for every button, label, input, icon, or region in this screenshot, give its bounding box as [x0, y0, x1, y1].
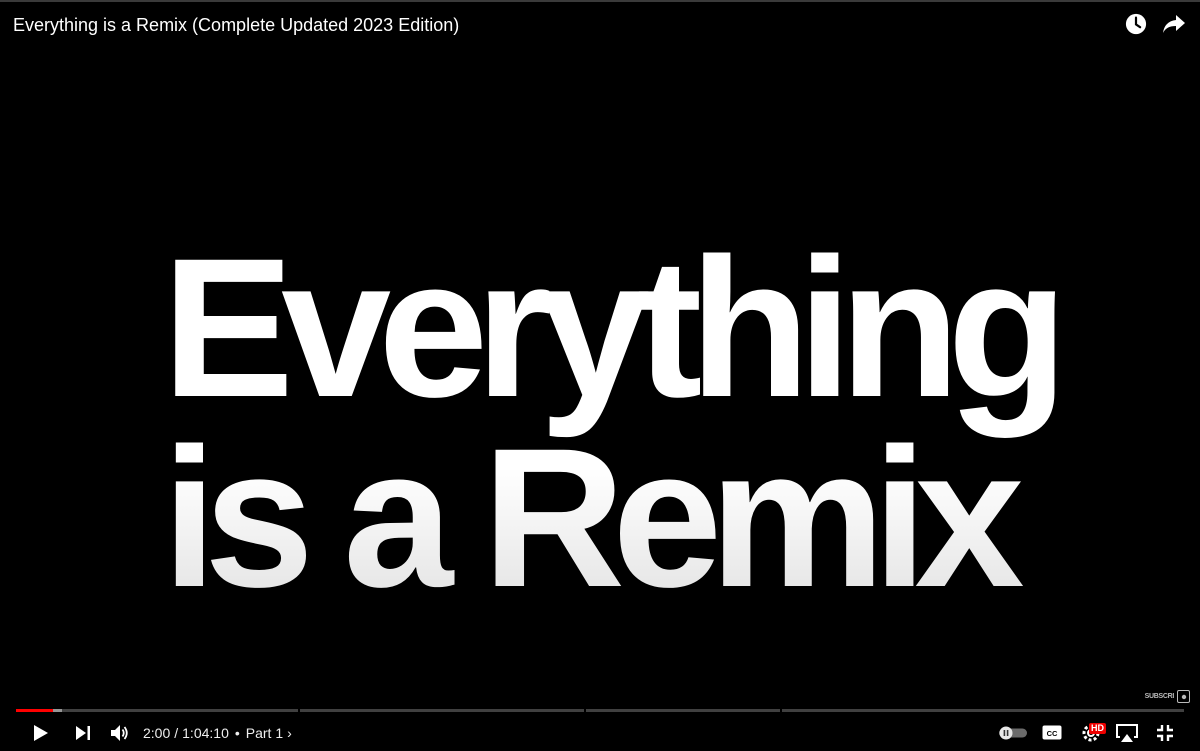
closed-captions-icon: CC	[1042, 725, 1062, 740]
next-button[interactable]	[72, 716, 94, 749]
watermark-label: SUBSCRI	[1144, 693, 1175, 700]
airplay-button[interactable]	[1114, 716, 1140, 749]
play-button[interactable]	[28, 716, 54, 749]
progress-bar[interactable]	[16, 709, 1184, 712]
chevron-right-icon: ›	[287, 724, 292, 741]
exit-fullscreen-icon	[1157, 724, 1173, 741]
video-title[interactable]: Everything is a Remix (Complete Updated …	[13, 13, 459, 37]
duration: 1:04:10	[182, 724, 229, 741]
next-icon	[76, 725, 90, 740]
clock-icon	[1125, 13, 1147, 35]
video-frame-text-line1: Everything	[162, 217, 1056, 438]
watch-later-button[interactable]	[1124, 12, 1148, 36]
play-icon	[34, 724, 48, 741]
current-time: 2:00	[143, 724, 171, 741]
autoplay-toggle-icon	[999, 726, 1027, 739]
subtitles-button[interactable]: CC	[1040, 716, 1064, 749]
watermark-subscribe-icon	[1177, 690, 1190, 703]
mute-button[interactable]	[108, 716, 132, 749]
airplay-icon	[1116, 723, 1138, 742]
controls-bar: 2:00 / 1:04:10 • Part 1 › CC HD	[0, 716, 1200, 749]
chapter-marker	[297, 709, 300, 712]
progress-played	[16, 709, 54, 712]
chapter-dot: •	[234, 724, 240, 741]
video-frame[interactable]: Everything is a Remix	[0, 48, 1200, 698]
svg-text:CC: CC	[1047, 729, 1058, 738]
channel-watermark[interactable]: SUBSCRI	[1145, 690, 1190, 703]
top-border	[0, 0, 1200, 2]
share-button[interactable]	[1162, 12, 1186, 36]
volume-icon	[111, 724, 128, 741]
settings-button[interactable]: HD	[1080, 716, 1108, 749]
time-display: 2:00 / 1:04:10 • Part 1 ›	[143, 716, 292, 749]
autoplay-toggle[interactable]	[996, 716, 1030, 749]
share-arrow-icon	[1163, 15, 1185, 33]
chapter-marker	[779, 709, 782, 712]
chapter-label: Part 1	[245, 724, 284, 741]
video-frame-text-line2: is a Remix	[162, 407, 1012, 628]
top-actions	[1124, 12, 1186, 36]
time-separator: /	[174, 724, 179, 741]
chapter-marker	[584, 709, 587, 712]
video-frame-text: Everything is a Remix	[162, 233, 1055, 613]
exit-fullscreen-button[interactable]	[1152, 716, 1178, 749]
chapter-button[interactable]: Part 1 ›	[246, 725, 292, 741]
video-player[interactable]: Everything is a Remix (Complete Updated …	[0, 0, 1200, 751]
hd-badge: HD	[1089, 723, 1106, 734]
